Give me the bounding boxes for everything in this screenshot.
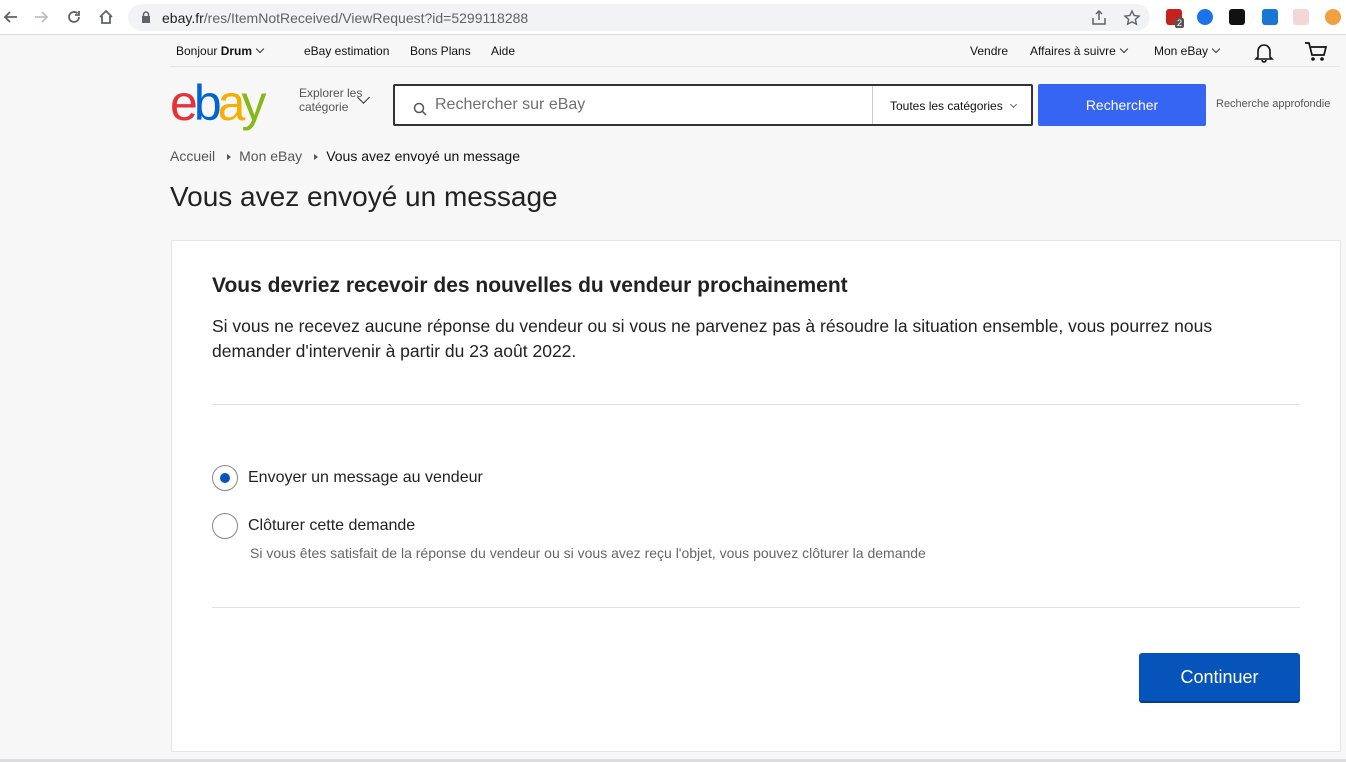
search-bar: Toutes les catégories [393, 84, 1033, 126]
option-send-message[interactable]: Envoyer un message au vendeur [212, 465, 483, 491]
extension-h-icon[interactable] [1229, 9, 1245, 25]
divider [212, 607, 1300, 608]
request-card: Vous devriez recevoir des nouvelles du v… [171, 240, 1341, 752]
explore-categories-button[interactable]: Explorer les catégorie [299, 86, 369, 114]
breadcrumb-current: Vous avez envoyé un message [326, 148, 520, 164]
radio-send-message[interactable] [212, 465, 238, 491]
reload-icon[interactable] [63, 6, 85, 28]
top-navigation: Bonjour Drum eBay estimation Bons Plans … [170, 37, 1340, 67]
nav-link-deals[interactable]: Bons Plans [410, 44, 471, 58]
option-close-request[interactable]: Clôturer cette demande [212, 513, 415, 539]
option-help-text: Si vous êtes satisfait de la réponse du … [250, 545, 926, 561]
ebay-logo[interactable]: ebay [170, 78, 290, 132]
chevron-down-icon [1211, 44, 1221, 54]
option-label: Envoyer un message au vendeur [248, 469, 483, 486]
greeting-menu[interactable]: Bonjour Drum [176, 44, 265, 58]
share-icon[interactable] [1090, 9, 1108, 27]
search-button[interactable]: Rechercher [1038, 84, 1206, 126]
category-select[interactable]: Toutes les catégories [872, 86, 1033, 124]
radio-close-request[interactable] [212, 513, 238, 539]
url-text: ebay.fr/res/ItemNotReceived/ViewRequest?… [162, 10, 529, 26]
cart-icon[interactable] [1304, 41, 1328, 63]
extension-pdf-icon[interactable] [1293, 9, 1309, 25]
breadcrumb-home[interactable]: Accueil [170, 148, 215, 164]
notification-bell-icon[interactable] [1254, 41, 1274, 63]
chevron-down-icon [1009, 100, 1017, 109]
chevron-down-icon [255, 44, 265, 54]
divider [212, 404, 1300, 405]
card-description: Si vous ne recevez aucune réponse du ven… [212, 316, 1213, 361]
search-input[interactable] [435, 86, 865, 124]
watchlist-menu[interactable]: Affaires à suivre [1030, 44, 1129, 58]
lock-icon [142, 11, 150, 23]
breadcrumb-separator-icon [314, 154, 319, 160]
back-arrow-icon[interactable] [0, 6, 22, 28]
option-label: Clôturer cette demande [248, 517, 416, 534]
breadcrumb-my-ebay[interactable]: Mon eBay [239, 148, 302, 164]
browser-toolbar: ebay.fr/res/ItemNotReceived/ViewRequest?… [0, 0, 1346, 35]
nav-link-help[interactable]: Aide [491, 44, 515, 58]
my-ebay-menu[interactable]: Mon eBay [1154, 44, 1221, 58]
chevron-down-icon [1119, 44, 1129, 54]
advanced-search-link[interactable]: Recherche approfondie [1216, 98, 1330, 110]
card-heading: Vous devriez recevoir des nouvelles du v… [212, 274, 848, 297]
bookmark-star-icon[interactable] [1123, 9, 1141, 27]
address-bar[interactable]: ebay.fr/res/ItemNotReceived/ViewRequest?… [128, 4, 1150, 31]
forward-arrow-icon[interactable] [30, 6, 52, 28]
extension-globe-icon[interactable] [1197, 9, 1213, 25]
extension-avatar-icon[interactable] [1325, 9, 1341, 25]
home-icon[interactable] [95, 6, 117, 28]
nav-link-sell[interactable]: Vendre [970, 44, 1008, 58]
extension-badge: 2 [1175, 18, 1185, 28]
breadcrumb-separator-icon [227, 154, 232, 160]
continue-button[interactable]: Continuer [1139, 653, 1300, 701]
nav-link-estimation[interactable]: eBay estimation [304, 44, 389, 58]
extension-x-icon[interactable] [1262, 9, 1278, 25]
search-icon [413, 102, 427, 116]
breadcrumb: Accueil Mon eBay Vous avez envoyé un messa… [170, 148, 520, 164]
svg-text:ebay: ebay [170, 78, 266, 131]
page-title: Vous avez envoyé un message [170, 181, 558, 212]
